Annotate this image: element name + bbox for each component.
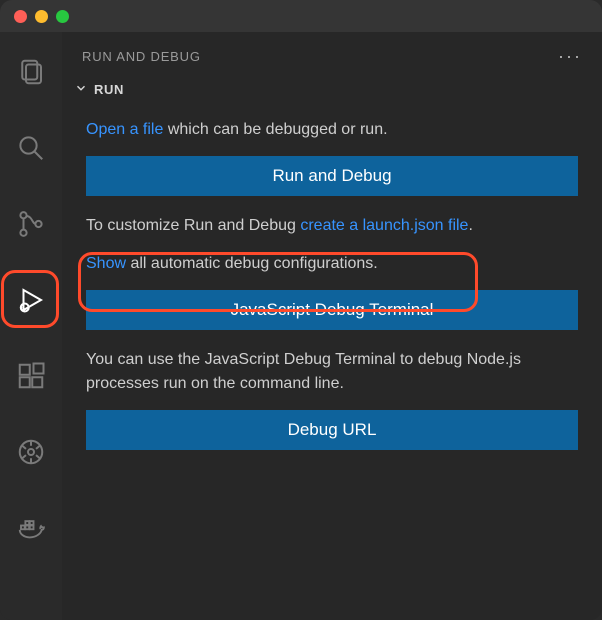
customize-line: To customize Run and Debug create a laun…	[86, 214, 578, 238]
sidebar-header: RUN AND DEBUG ···	[62, 40, 602, 77]
scm-icon[interactable]	[3, 196, 59, 252]
run-panel-content: Open a file which can be debugged or run…	[62, 108, 602, 450]
run-debug-sidebar: RUN AND DEBUG ··· RUN Open a file which …	[62, 32, 602, 620]
customize-prefix: To customize Run and Debug	[86, 217, 300, 234]
customize-suffix: .	[468, 217, 472, 234]
extensions-icon[interactable]	[3, 348, 59, 404]
show-config-line: Show all automatic debug configurations.	[86, 252, 578, 276]
show-config-suffix: all automatic debug configurations.	[126, 255, 378, 272]
js-terminal-desc: You can use the JavaScript Debug Termina…	[86, 348, 578, 396]
open-file-suffix: which can be debugged or run.	[163, 121, 387, 138]
run-debug-icon[interactable]	[3, 272, 59, 328]
run-section-header[interactable]: RUN	[62, 77, 602, 108]
run-and-debug-button[interactable]: Run and Debug	[86, 156, 578, 196]
more-actions-button[interactable]: ···	[558, 46, 582, 67]
minimize-window-button[interactable]	[35, 10, 48, 23]
js-debug-terminal-button[interactable]: JavaScript Debug Terminal	[86, 290, 578, 330]
open-file-line: Open a file which can be debugged or run…	[86, 118, 578, 142]
vscode-window: RUN AND DEBUG ··· RUN Open a file which …	[0, 0, 602, 620]
sidebar-title: RUN AND DEBUG	[82, 49, 201, 64]
remote-icon[interactable]	[3, 424, 59, 480]
titlebar	[0, 0, 602, 32]
main-area: RUN AND DEBUG ··· RUN Open a file which …	[0, 32, 602, 620]
explorer-icon[interactable]	[3, 44, 59, 100]
close-window-button[interactable]	[14, 10, 27, 23]
show-config-link[interactable]: Show	[86, 255, 126, 272]
run-section-label: RUN	[94, 82, 124, 97]
debug-url-button[interactable]: Debug URL	[86, 410, 578, 450]
activity-bar	[0, 32, 62, 620]
docker-icon[interactable]	[3, 500, 59, 556]
chevron-down-icon	[74, 81, 88, 98]
open-file-link[interactable]: Open a file	[86, 121, 163, 138]
search-icon[interactable]	[3, 120, 59, 176]
maximize-window-button[interactable]	[56, 10, 69, 23]
create-launch-json-link[interactable]: create a launch.json file	[300, 217, 468, 234]
